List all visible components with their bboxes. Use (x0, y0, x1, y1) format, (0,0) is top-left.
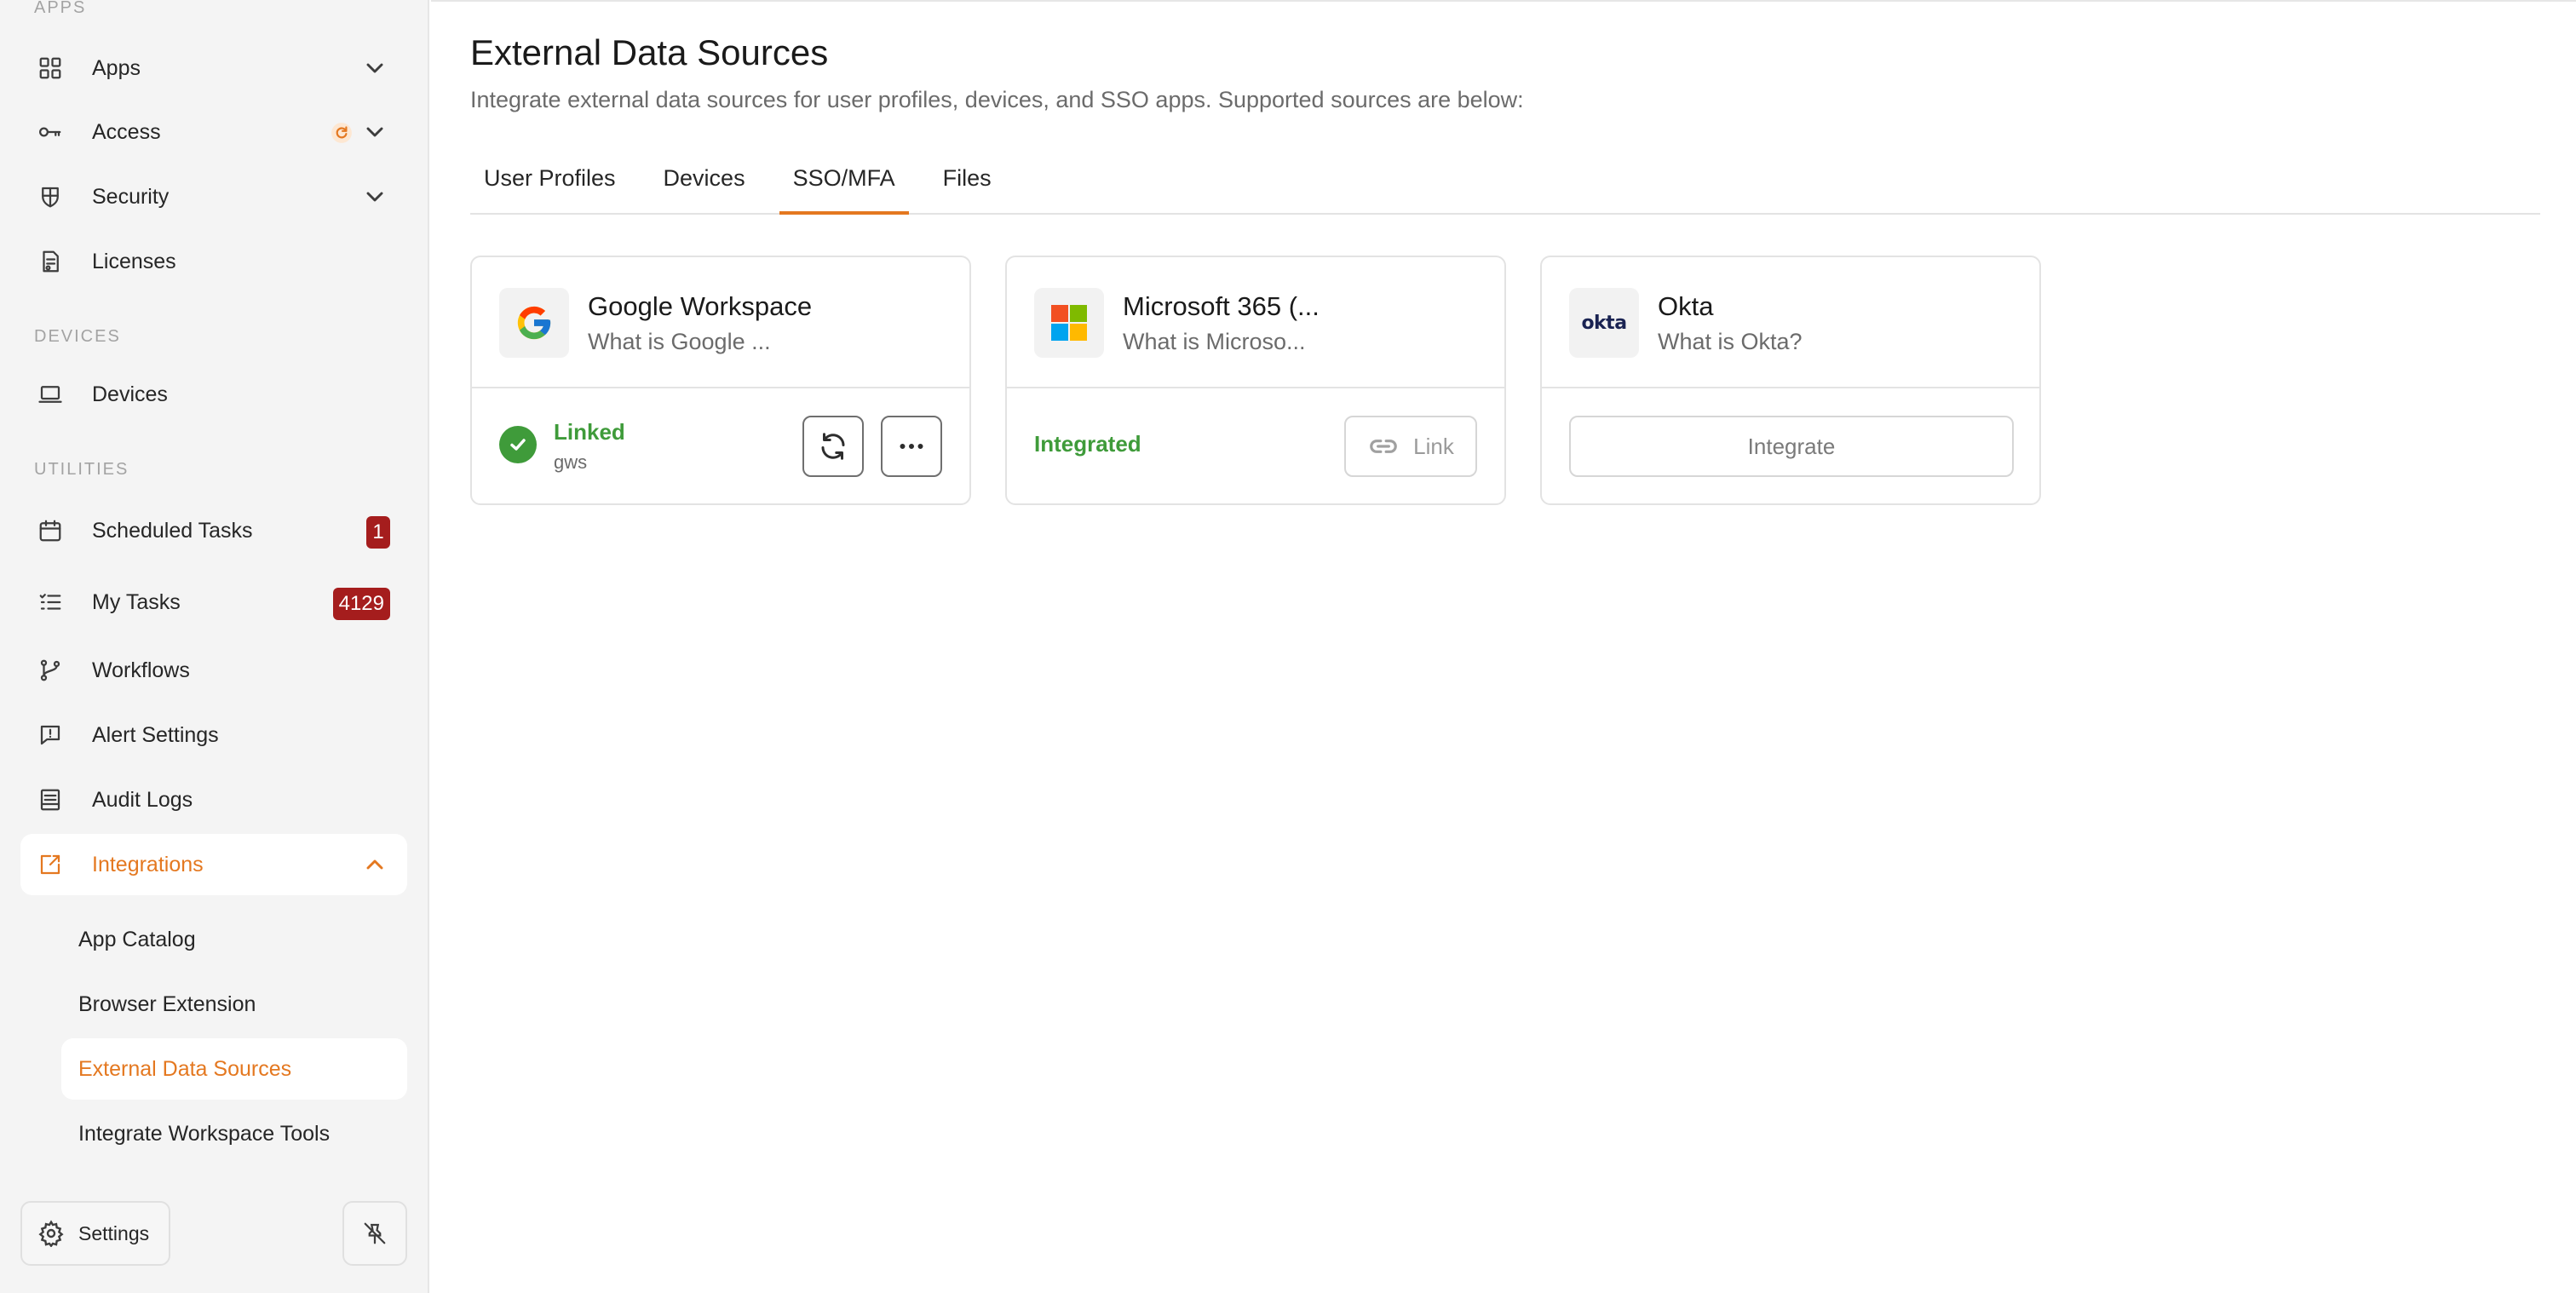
card-title: Google Workspace (588, 291, 813, 321)
status-label: Integrated (1034, 431, 1141, 457)
card-description-link[interactable]: What is Okta? (1658, 329, 1803, 355)
sidebar-subitem-external-data-sources[interactable]: External Data Sources (61, 1038, 407, 1100)
chevron-up-icon[interactable] (361, 851, 388, 878)
chevron-down-icon[interactable] (361, 118, 388, 146)
microsoft-logo-icon (1034, 288, 1104, 358)
card-description-link[interactable]: What is Microso... (1123, 329, 1306, 355)
page-subtitle: Integrate external data sources for user… (470, 87, 1524, 112)
list-icon (36, 588, 65, 617)
integrations-icon (36, 850, 65, 879)
sidebar-item-label: Alert Settings (92, 722, 219, 747)
shield-icon (36, 182, 65, 211)
sidebar-item-licenses[interactable]: Licenses (20, 231, 407, 292)
card-title: Okta (1658, 291, 1714, 321)
sidebar-item-label: Devices (92, 382, 168, 406)
source-card-okta: okta Okta What is Okta? Integrate (1540, 256, 2041, 505)
sidebar-item-label: My Tasks (92, 589, 181, 614)
license-icon (36, 247, 65, 276)
sidebar-item-security[interactable]: Security (20, 166, 407, 227)
link-button[interactable]: Link (1344, 416, 1477, 477)
sidebar-item-label: Audit Logs (92, 787, 193, 812)
sidebar-item-access[interactable]: Access (20, 101, 407, 163)
sidebar-item-label: Integrations (92, 852, 204, 876)
sidebar-subitem-browser-extension[interactable]: Browser Extension (61, 974, 407, 1035)
count-badge: 4129 (332, 588, 390, 620)
sidebar-item-devices[interactable]: Devices (20, 364, 407, 425)
sidebar-item-label: Security (92, 184, 170, 209)
link-button-label: Link (1413, 433, 1454, 459)
laptop-icon (36, 380, 65, 409)
sidebar-item-label: Licenses (92, 249, 176, 273)
tab-bar: User Profiles Devices SSO/MFA Files (470, 147, 2540, 215)
sidebar-item-my-tasks[interactable]: My Tasks 4129 (20, 572, 407, 633)
calendar-icon (36, 516, 65, 545)
unpin-sidebar-button[interactable] (342, 1201, 407, 1266)
sidebar-subitem-app-catalog[interactable]: App Catalog (61, 909, 407, 970)
sidebar-item-alert-settings[interactable]: Alert Settings (20, 704, 407, 766)
sidebar-item-label: Apps (92, 55, 141, 80)
section-label-utilities: UTILITIES (34, 460, 129, 479)
integrate-button[interactable]: Integrate (1569, 416, 2014, 477)
tab-sso-mfa[interactable]: SSO/MFA (779, 147, 909, 215)
sync-status-icon (331, 122, 353, 144)
sidebar: APPS Apps Access Security Licenses DEVIC… (0, 0, 429, 1293)
sidebar-item-scheduled-tasks[interactable]: Scheduled Tasks 1 (20, 500, 407, 561)
grid-icon (36, 54, 65, 83)
card-description-link[interactable]: What is Google ... (588, 329, 771, 355)
tab-files[interactable]: Files (929, 147, 1005, 215)
pin-off-icon (364, 1222, 386, 1244)
gear-icon (38, 1220, 64, 1247)
alert-message-icon (36, 721, 65, 750)
okta-logo-text: okta (1581, 312, 1627, 334)
more-options-button[interactable] (881, 416, 942, 477)
sidebar-item-integrations[interactable]: Integrations (20, 834, 407, 895)
count-badge: 1 (366, 516, 390, 549)
tab-user-profiles[interactable]: User Profiles (470, 147, 630, 215)
sidebar-item-apps[interactable]: Apps (20, 37, 407, 99)
source-card-google-workspace: Google Workspace What is Google ... Link… (470, 256, 971, 505)
section-label-devices: DEVICES (34, 327, 121, 346)
chevron-down-icon[interactable] (361, 55, 388, 82)
settings-button[interactable]: Settings (20, 1201, 170, 1266)
sidebar-item-audit-logs[interactable]: Audit Logs (20, 769, 407, 830)
section-label-apps: APPS (34, 0, 87, 17)
status-label: Linked (554, 419, 625, 445)
logs-icon (36, 785, 65, 814)
chevron-down-icon[interactable] (361, 183, 388, 210)
main-content: External Data Sources Integrate external… (431, 0, 2576, 1293)
google-logo-icon (499, 288, 569, 358)
link-icon (1370, 440, 1397, 453)
refresh-icon (821, 433, 845, 460)
sidebar-item-label: Scheduled Tasks (92, 518, 253, 543)
settings-label: Settings (78, 1221, 150, 1244)
source-card-microsoft-365: Microsoft 365 (... What is Microso... In… (1005, 256, 1506, 505)
card-title: Microsoft 365 (... (1123, 291, 1320, 321)
tab-devices[interactable]: Devices (650, 147, 759, 215)
sidebar-item-workflows[interactable]: Workflows (20, 640, 407, 701)
page-title: External Data Sources (470, 32, 829, 72)
key-icon (36, 118, 65, 147)
git-branch-icon (36, 656, 65, 685)
sidebar-item-label: Workflows (92, 658, 190, 682)
sync-button[interactable] (802, 416, 864, 477)
sidebar-subitem-integrate-workspace-tools[interactable]: Integrate Workspace Tools (61, 1103, 407, 1164)
okta-logo-icon: okta (1569, 288, 1639, 358)
status-detail: gws (554, 451, 588, 473)
more-horizontal-icon (900, 444, 923, 449)
sidebar-item-label: Access (92, 119, 161, 144)
check-circle-icon (499, 426, 537, 463)
